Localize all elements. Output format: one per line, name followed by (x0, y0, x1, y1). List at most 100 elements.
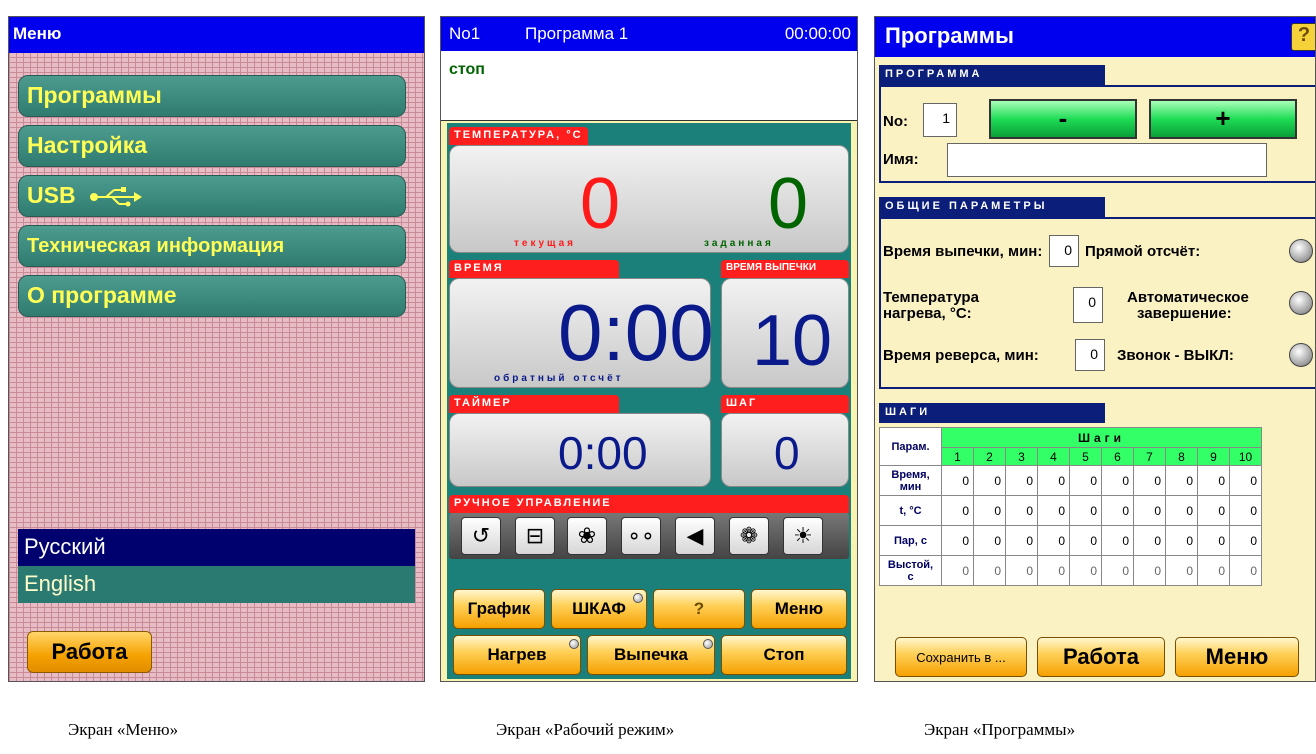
work-button-programs[interactable]: Работа (1037, 637, 1165, 677)
step-cell[interactable]: 0 (1229, 495, 1262, 526)
step-number-8: 8 (1165, 447, 1198, 466)
step-cell[interactable]: 0 (1037, 555, 1070, 586)
menu-item-usb-label: USB (27, 182, 76, 208)
programs-screen: Программы ? ПРОГРАММА No: 1 - + Имя: ОБЩ… (874, 16, 1316, 682)
reverse-time-field[interactable]: 0 (1075, 339, 1105, 371)
countdown-label: обратный отсчёт (494, 373, 624, 384)
step-cell[interactable]: 0 (973, 525, 1006, 556)
step-cell[interactable]: 0 (941, 525, 974, 556)
bake-time-value: 10 (752, 301, 833, 381)
work-body: ТЕМПЕРАТУРА, °C 0 0 текущая заданная ВРЕ… (447, 123, 851, 679)
menu-item-settings[interactable]: Настройка (18, 125, 406, 167)
step-cell[interactable]: 0 (1069, 525, 1102, 556)
row-header: Пар, с (879, 525, 942, 556)
step-cell[interactable]: 0 (1229, 465, 1262, 496)
stop-button[interactable]: Стоп (721, 635, 847, 675)
bake-button[interactable]: Выпечка (587, 635, 715, 675)
step-cell[interactable]: 0 (941, 555, 974, 586)
program-name-field[interactable] (947, 143, 1267, 177)
step-number-2: 2 (973, 447, 1006, 466)
step-cell[interactable]: 0 (973, 555, 1006, 586)
reverse-time-label: Время реверса, мин: (883, 347, 1039, 364)
step-number-3: 3 (1005, 447, 1038, 466)
step-cell[interactable]: 0 (1197, 555, 1230, 586)
table-row: Выстой, с 0 0 0 0 0 0 0 0 0 0 (879, 555, 1262, 586)
direct-count-toggle[interactable] (1289, 239, 1313, 263)
program-minus-button[interactable]: - (989, 99, 1137, 139)
menu-button[interactable]: Меню (751, 589, 847, 629)
menu-item-tech-info[interactable]: Техническая информация (18, 225, 406, 267)
row-header-label: Пар, с (894, 534, 927, 547)
menu-button-programs[interactable]: Меню (1175, 637, 1299, 677)
step-number-9: 9 (1197, 447, 1230, 466)
fan-icon[interactable]: ❀ (567, 517, 607, 555)
save-to-button[interactable]: Сохранить в ... (895, 637, 1027, 677)
door-icon[interactable]: ⊟ (515, 517, 555, 555)
step-cell[interactable]: 0 (1037, 525, 1070, 556)
chart-button[interactable]: График (453, 589, 545, 629)
language-russian[interactable]: Русский (18, 529, 415, 566)
menu-item-programs[interactable]: Программы (18, 75, 406, 117)
step-cell[interactable]: 0 (1197, 465, 1230, 496)
step-cell[interactable]: 0 (973, 465, 1006, 496)
sound-icon[interactable]: ◀ (675, 517, 715, 555)
step-cell[interactable]: 0 (1165, 555, 1198, 586)
help-button[interactable]: ? (653, 589, 745, 629)
step-cell[interactable]: 0 (1165, 465, 1198, 496)
step-cell[interactable]: 0 (941, 465, 974, 496)
step-cell[interactable]: 0 (1005, 525, 1038, 556)
work-button[interactable]: Работа (27, 631, 152, 673)
table-row: Пар, с0000000000 (879, 525, 1262, 556)
menu-item-usb[interactable]: USB (18, 175, 406, 217)
program-number: No1 (449, 24, 481, 43)
step-cell[interactable]: 0 (1005, 495, 1038, 526)
step-cell[interactable]: 0 (1037, 495, 1070, 526)
step-cell[interactable]: 0 (1165, 525, 1198, 556)
light-icon[interactable]: ☀ (783, 517, 823, 555)
step-cell[interactable]: 0 (1229, 525, 1262, 556)
step-cell[interactable]: 0 (1069, 465, 1102, 496)
step-cell[interactable]: 0 (1197, 495, 1230, 526)
bell-label: Звонок - ВЫКЛ: (1117, 347, 1234, 364)
step-cell[interactable]: 0 (1133, 555, 1166, 586)
bell-toggle[interactable] (1289, 343, 1313, 367)
temperature-tile: 0 0 текущая заданная (449, 145, 849, 253)
auto-finish-toggle[interactable] (1289, 291, 1313, 315)
bake-time-tile: 10 (721, 278, 849, 388)
heat-temp-field[interactable]: 0 (1073, 287, 1103, 323)
steam-icon[interactable]: ∘∘ (621, 517, 661, 555)
language-english[interactable]: English (18, 566, 415, 603)
bake-time-field[interactable]: 0 (1049, 235, 1079, 267)
step-cell[interactable]: 0 (1165, 495, 1198, 526)
step-cell[interactable]: 0 (1133, 495, 1166, 526)
step-cell[interactable]: 0 (1037, 465, 1070, 496)
step-cell[interactable]: 0 (1133, 465, 1166, 496)
step-cell[interactable]: 0 (941, 495, 974, 526)
heat-button[interactable]: Нагрев (453, 635, 581, 675)
menu-item-about[interactable]: О программе (18, 275, 406, 317)
step-cell[interactable]: 0 (1005, 465, 1038, 496)
step-cell[interactable]: 0 (1069, 555, 1102, 586)
reverse-icon[interactable]: ↺ (461, 517, 501, 555)
program-no-field[interactable]: 1 (923, 103, 957, 137)
row-header-unit: мин (899, 480, 922, 493)
step-cell[interactable]: 0 (1069, 495, 1102, 526)
bake-time-tag: ВРЕМЯ ВЫПЕЧКИ (721, 260, 849, 278)
step-cell[interactable]: 0 (1197, 525, 1230, 556)
step-cell[interactable]: 0 (1101, 495, 1134, 526)
step-cell[interactable]: 0 (1101, 465, 1134, 496)
step-cell[interactable]: 0 (1229, 555, 1262, 586)
hood-fan-icon[interactable]: ❁ (729, 517, 769, 555)
programs-title: Программы (875, 17, 1315, 57)
step-cell[interactable]: 0 (1133, 525, 1166, 556)
program-plus-button[interactable]: + (1149, 99, 1297, 139)
step-cell[interactable]: 0 (1101, 555, 1134, 586)
step-cell[interactable]: 0 (1005, 555, 1038, 586)
direct-count-label: Прямой отсчёт: (1085, 243, 1201, 260)
help-icon[interactable]: ? (1291, 23, 1315, 51)
table-row: t, °C 0 0 0 0 0 0 0 0 0 0 (879, 495, 1262, 526)
manual-control-tag: РУЧНОЕ УПРАВЛЕНИЕ (449, 495, 849, 513)
step-cell[interactable]: 0 (973, 495, 1006, 526)
table-row: Время, мин 0 0 0 0 0 0 0 0 0 0 (879, 465, 1262, 496)
step-cell[interactable]: 0 (1101, 525, 1134, 556)
